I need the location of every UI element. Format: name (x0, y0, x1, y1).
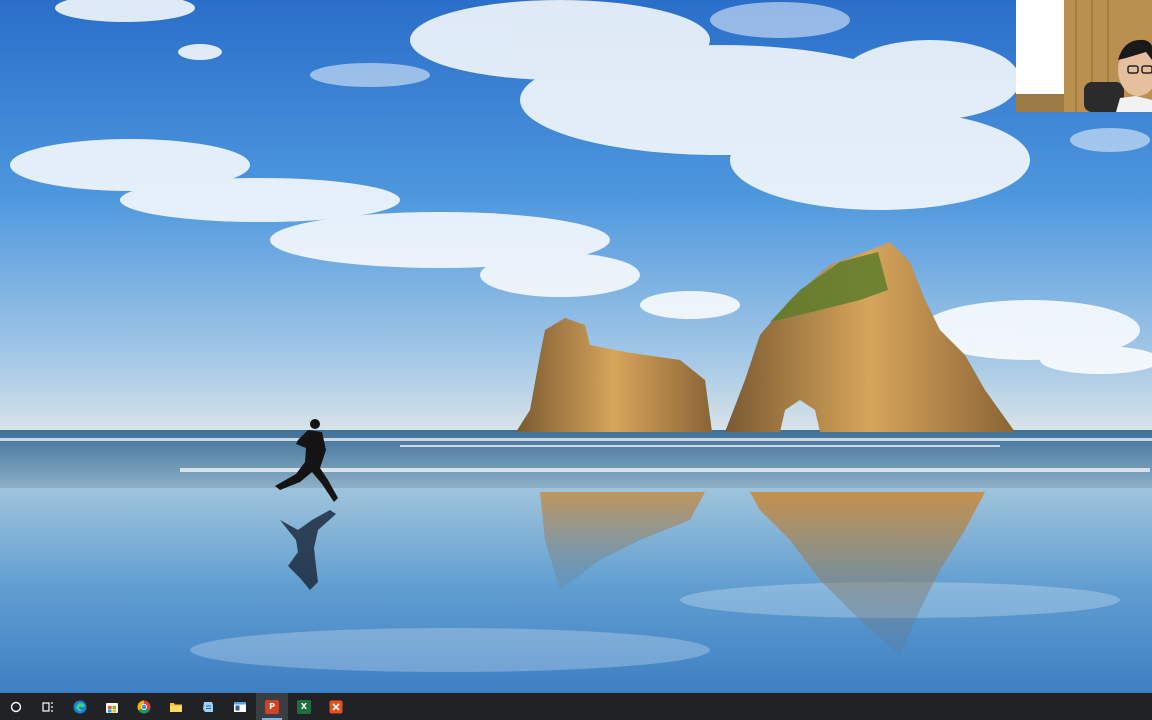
notepad-icon (203, 701, 213, 712)
store-button[interactable] (96, 693, 128, 720)
edge-icon (73, 700, 87, 713)
notepad-button[interactable] (192, 693, 224, 720)
excel-icon: X (297, 699, 311, 714)
chrome-button[interactable] (128, 693, 160, 720)
powerpoint-icon: P (265, 699, 279, 714)
store-icon (106, 702, 118, 713)
window-icon (234, 701, 246, 712)
edge-button[interactable] (64, 693, 96, 720)
task-view-icon (42, 701, 53, 712)
search-button[interactable] (0, 693, 32, 720)
taskbar: P X (0, 693, 1152, 720)
file-explorer-button[interactable] (160, 693, 192, 720)
x-tool-icon (329, 700, 343, 713)
webcam-feed (1016, 0, 1152, 112)
window-app-button[interactable] (224, 693, 256, 720)
tool-button[interactable] (320, 693, 352, 720)
desktop-wallpaper (0, 0, 1152, 693)
chrome-icon (137, 700, 151, 713)
circle-search-icon (10, 701, 22, 712)
folder-icon (170, 702, 182, 712)
wallpaper-image (0, 0, 1152, 693)
webcam-overlay (1016, 0, 1152, 112)
powerpoint-button[interactable]: P (256, 693, 288, 720)
excel-button[interactable]: X (288, 693, 320, 720)
task-view-button[interactable] (32, 693, 64, 720)
